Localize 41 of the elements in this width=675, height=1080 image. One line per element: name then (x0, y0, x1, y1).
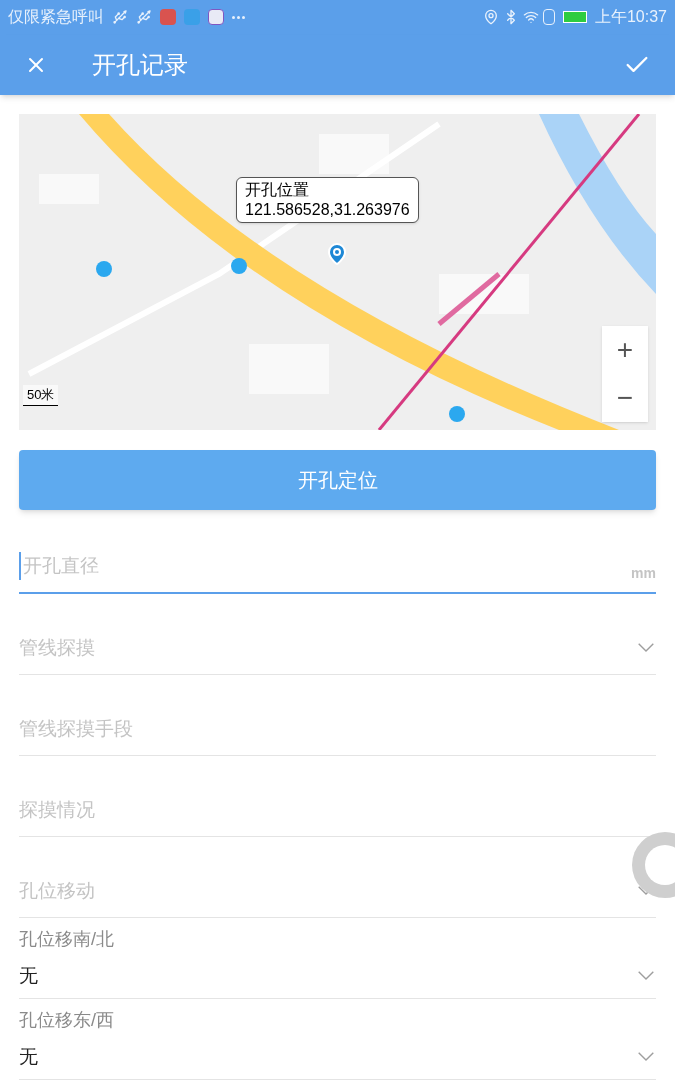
field-value: 无 (19, 963, 38, 988)
usb-icon (136, 9, 152, 26)
chevron-down-icon (638, 971, 654, 981)
zoom-out-button[interactable]: − (602, 374, 648, 422)
wifi-icon (522, 9, 539, 26)
scale-bar: 50米 (23, 385, 59, 406)
text-field[interactable]: 开孔直径 mm (19, 513, 656, 594)
chevron-down-icon (638, 643, 654, 653)
map-view[interactable]: 开孔位置 121.586528,31.263976 50米 + − (19, 114, 656, 430)
chevron-down-icon (638, 1052, 654, 1062)
callout-title: 开孔位置 (245, 180, 310, 200)
callout-coordinates: 121.586528,31.263976 (245, 200, 410, 220)
field-label: 孔位移南/北 (19, 928, 115, 951)
app-notification-icon (208, 9, 224, 26)
dropdown-field[interactable]: 孔位移东/西 无 (19, 999, 656, 1080)
field-placeholder: 管线探摸 (19, 635, 95, 660)
sim-icon (542, 9, 555, 26)
text-cursor (19, 552, 21, 580)
location-icon (482, 9, 499, 26)
field-placeholder: 孔位移动 (19, 878, 95, 903)
field-placeholder: 管线探摸手段 (19, 716, 134, 741)
carrier-text: 仅限紧急呼叫 (8, 7, 104, 28)
page-title: 开孔记录 (92, 49, 189, 80)
field-label: 孔位移东/西 (19, 1009, 115, 1032)
zoom-in-button[interactable]: + (602, 326, 648, 374)
locate-button[interactable]: 开孔定位 (19, 450, 656, 510)
more-dots-icon (232, 15, 245, 19)
dropdown-field[interactable]: 管线探摸 (19, 594, 656, 675)
usb-icon (112, 9, 128, 26)
field-placeholder: 开孔直径 (23, 553, 100, 578)
text-field[interactable]: 探摸情况 (19, 756, 656, 837)
map-pin-icon (325, 242, 349, 266)
dropdown-field[interactable]: 孔位移南/北 无 (19, 918, 656, 999)
battery-icon (562, 11, 587, 24)
clock-text: 上午10:37 (594, 7, 667, 28)
app-notification-icon (160, 9, 176, 26)
field-placeholder: 探摸情况 (19, 797, 96, 822)
app-notification-icon (184, 9, 200, 26)
text-field[interactable]: 管线探摸手段 (19, 675, 656, 756)
field-value: 无 (19, 1044, 38, 1069)
unit-label: mm (631, 564, 656, 583)
